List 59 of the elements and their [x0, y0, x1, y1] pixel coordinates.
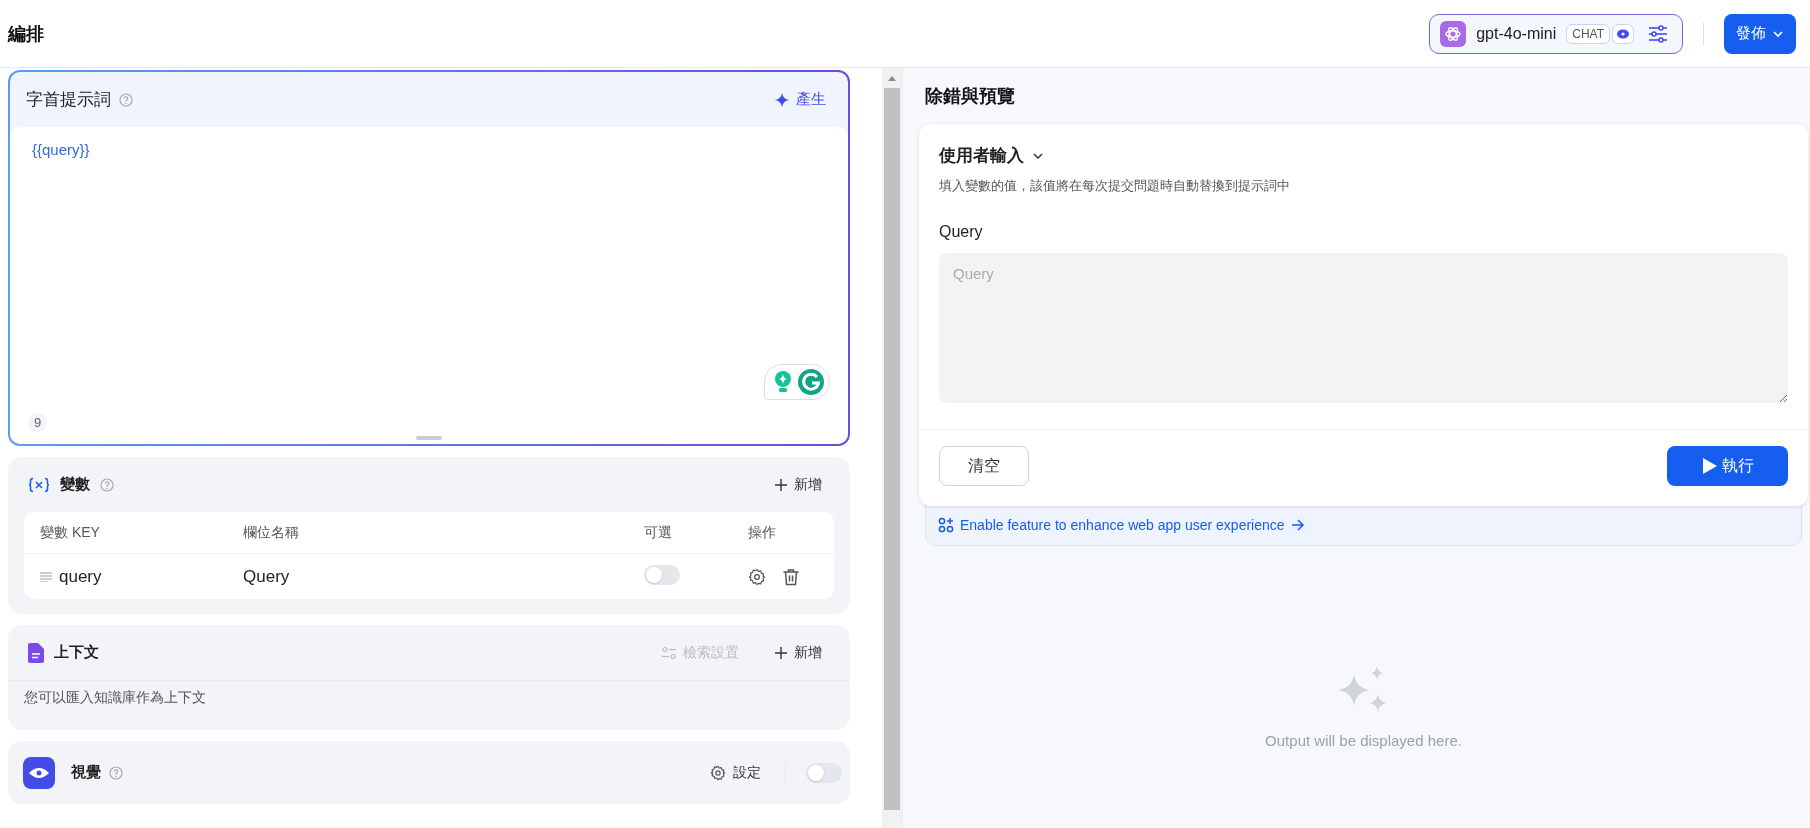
- generate-button[interactable]: 產生: [768, 86, 832, 113]
- page-title: 編排: [8, 22, 44, 46]
- column-header: 操作: [748, 523, 777, 542]
- prompt-title: 字首提示詞: [26, 89, 111, 111]
- settings-sliders-icon[interactable]: [1648, 24, 1668, 43]
- empty-output-message: Output will be displayed here.: [1265, 732, 1462, 749]
- model-name: gpt-4o-mini: [1476, 24, 1557, 43]
- prompt-text[interactable]: {{query}}: [32, 141, 90, 158]
- run-button[interactable]: 執行: [1667, 446, 1788, 486]
- character-count: 9: [28, 413, 48, 432]
- user-input-description: 填入變數的值，該值將在每次提交問題時自動替換到提示詞中: [939, 177, 1291, 195]
- eye-icon: [1612, 23, 1634, 44]
- plus-icon: [775, 646, 787, 659]
- mode-badge: CHAT: [1566, 23, 1610, 44]
- lightbulb-icon: [773, 370, 793, 394]
- variable-key: query: [59, 566, 102, 587]
- column-header: 欄位名稱: [243, 523, 300, 542]
- field-name: Query: [243, 566, 291, 587]
- settings-icon[interactable]: [748, 567, 766, 586]
- help-icon: [100, 477, 114, 492]
- vision-settings-button[interactable]: 設定: [706, 759, 765, 786]
- query-input[interactable]: Query: [939, 253, 1788, 403]
- document-icon: [28, 642, 44, 663]
- user-input-toggle[interactable]: 使用者輸入: [939, 144, 1044, 167]
- settings-sliders-icon: [662, 645, 676, 660]
- enable-feature-link[interactable]: Enable feature to enhance web app user experience: [938, 517, 1305, 533]
- arrow-right-icon: [1290, 519, 1305, 531]
- add-variable-button[interactable]: 新增: [771, 471, 826, 498]
- add-context-button[interactable]: 新增: [771, 639, 826, 666]
- vision-toggle[interactable]: [806, 762, 842, 783]
- plus-icon: [775, 478, 787, 491]
- context-title: 上下文: [54, 643, 99, 662]
- eye-icon: [23, 756, 55, 789]
- scroll-thumb[interactable]: [884, 88, 900, 810]
- assistant-logo-icon: [797, 368, 825, 396]
- optional-toggle[interactable]: [644, 564, 680, 585]
- play-icon: [1701, 457, 1718, 475]
- resize-handle[interactable]: [416, 436, 442, 440]
- field-label: Query: [939, 223, 984, 241]
- settings-icon: [710, 764, 726, 781]
- model-selector[interactable]: gpt-4o-mini CHAT: [1429, 13, 1683, 54]
- clear-button[interactable]: 清空: [939, 446, 1029, 486]
- features-icon: [938, 517, 954, 533]
- delete-icon[interactable]: [782, 567, 800, 586]
- variable-icon: [28, 476, 50, 493]
- help-icon: [119, 92, 133, 107]
- vision-title: 視覺: [71, 763, 101, 782]
- scrollbar[interactable]: [882, 68, 902, 828]
- publish-button[interactable]: 發佈: [1724, 13, 1796, 54]
- context-hint: 您可以匯入知識庫作為上下文: [8, 680, 850, 715]
- model-logo-icon: [1440, 20, 1467, 47]
- variables-title: 變數: [60, 475, 90, 494]
- column-header: 變數 KEY: [40, 523, 101, 542]
- preview-title: 除錯與預覽: [924, 85, 1016, 108]
- column-header: 可選: [644, 523, 673, 542]
- help-icon: [109, 765, 123, 780]
- scroll-up-icon[interactable]: [887, 74, 897, 82]
- text-type-icon: [40, 571, 52, 582]
- writing-assistant-widget[interactable]: [764, 364, 830, 400]
